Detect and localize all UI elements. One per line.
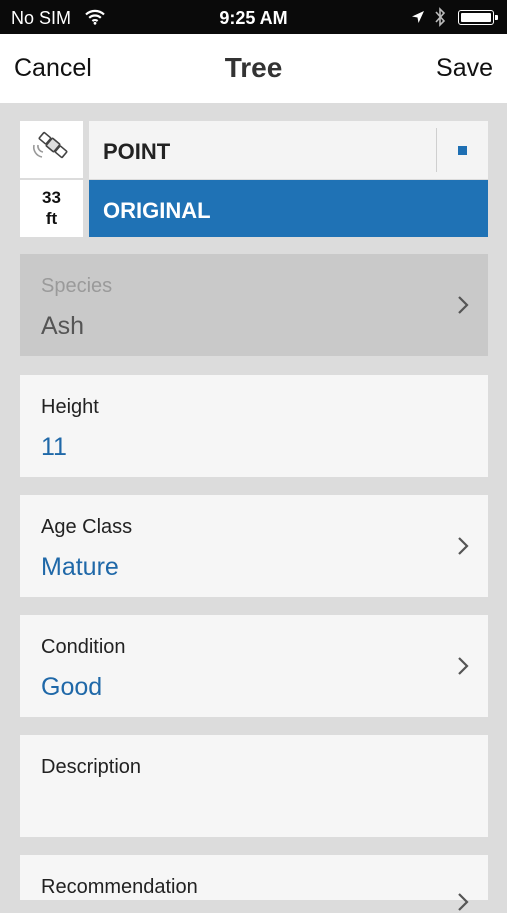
field-label: Species: [41, 275, 113, 297]
gps-button[interactable]: [20, 121, 83, 178]
field-recommendation[interactable]: Recommendation: [20, 855, 488, 911]
location-source-row[interactable]: ORIGINAL: [89, 180, 488, 237]
geometry-type-label: POINT: [103, 139, 171, 164]
field-description[interactable]: Description: [20, 735, 488, 837]
field-label: Condition: [41, 636, 126, 658]
field-height[interactable]: Height 11: [20, 375, 488, 477]
field-condition[interactable]: Condition Good: [20, 615, 488, 717]
accuracy-unit: ft: [45, 209, 58, 228]
field-value[interactable]: 11: [41, 433, 67, 462]
field-age-class[interactable]: Age Class Mature: [20, 495, 488, 597]
field-value: Mature: [41, 553, 119, 581]
point-marker-icon[interactable]: [458, 146, 467, 155]
gps-accuracy: 33 ft: [20, 180, 83, 237]
geometry-type-row[interactable]: POINT: [89, 121, 488, 179]
clock: 9:25 AM: [219, 8, 288, 28]
field-species[interactable]: Species Ash: [20, 254, 488, 356]
chevron-right-icon: [458, 537, 469, 555]
chevron-right-icon: [458, 296, 469, 314]
field-label: Description: [41, 756, 142, 778]
bluetooth-icon: [434, 6, 446, 33]
accuracy-value: 33: [42, 188, 61, 207]
field-label: Recommendation: [41, 876, 198, 898]
save-button[interactable]: Save: [436, 54, 493, 83]
field-value: Ash: [41, 312, 85, 340]
chevron-right-icon: [458, 893, 469, 911]
satellite-icon: [32, 131, 68, 159]
field-label: Age Class: [41, 516, 133, 538]
battery-icon: [458, 10, 498, 25]
status-bar: No SIM 9:25 AM: [0, 0, 507, 34]
location-arrow-icon: [411, 10, 425, 29]
nav-bar: Cancel Tree Save: [0, 34, 507, 103]
location-source-label: ORIGINAL: [103, 198, 211, 223]
page-title: Tree: [224, 52, 283, 83]
chevron-right-icon: [458, 657, 469, 675]
field-label: Height: [41, 396, 99, 418]
divider: [436, 128, 437, 172]
field-value: Good: [41, 673, 103, 701]
